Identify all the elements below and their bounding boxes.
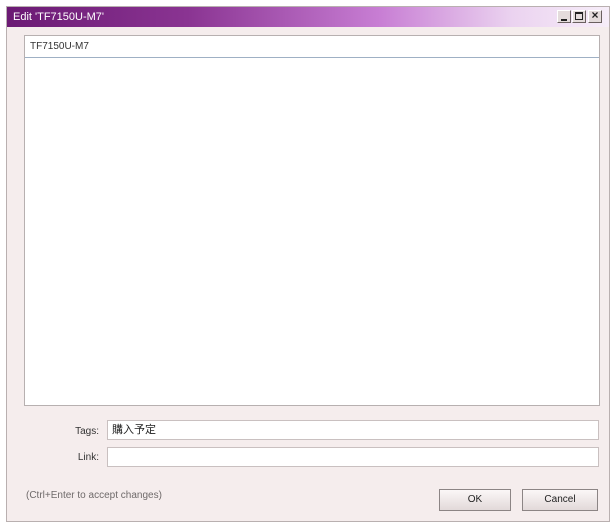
maximize-icon	[575, 12, 583, 20]
shortcut-hint: (Ctrl+Enter to accept changes)	[26, 490, 162, 501]
tags-input[interactable]: 購入予定	[107, 420, 599, 440]
close-icon: ×	[591, 8, 599, 22]
edit-dialog: Edit 'TF7150U-M7' × TF7150U-M7 Tags: 購入予…	[6, 6, 610, 522]
minimize-button[interactable]	[557, 10, 571, 23]
note-body-area[interactable]	[25, 58, 599, 405]
item-name-field[interactable]: TF7150U-M7	[25, 36, 599, 58]
minimize-icon	[561, 19, 567, 21]
title-bar[interactable]: Edit 'TF7150U-M7' ×	[7, 7, 609, 27]
note-editor[interactable]: TF7150U-M7	[24, 35, 600, 406]
window-title: Edit 'TF7150U-M7'	[13, 11, 105, 23]
cancel-button[interactable]: Cancel	[522, 489, 598, 511]
link-input[interactable]	[107, 447, 599, 467]
maximize-button[interactable]	[572, 10, 586, 23]
close-button[interactable]: ×	[588, 8, 602, 23]
ok-button[interactable]: OK	[439, 489, 511, 511]
item-name-text: TF7150U-M7	[30, 41, 89, 52]
tags-label: Tags:	[75, 426, 99, 437]
link-label: Link:	[77, 452, 99, 463]
